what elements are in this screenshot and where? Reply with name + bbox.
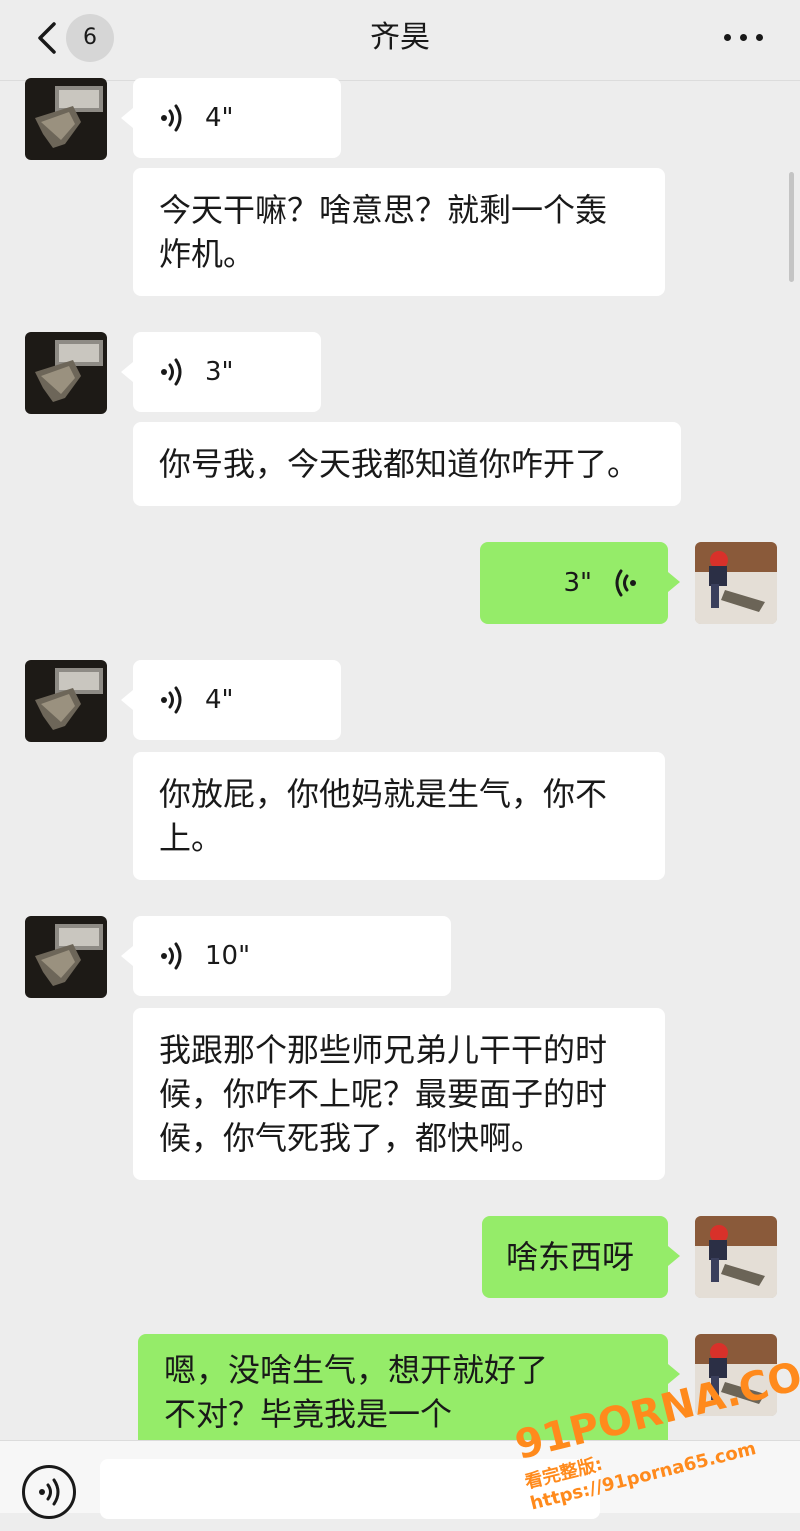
scrollbar[interactable] — [789, 172, 794, 282]
unread-count-badge: 6 — [66, 14, 114, 62]
voice-message[interactable]: 4" — [121, 660, 341, 740]
message-text-line: 今天干嘛？啥意思？就剩一个轰 — [159, 191, 608, 229]
message-text-line: 候，你咋不上呢？最要面子的时 — [159, 1075, 608, 1113]
message-text-line: 你放屁，你他妈就是生气，你不 — [159, 775, 608, 813]
message-text-line: 啥东西呀 — [506, 1238, 635, 1276]
voice-input-icon — [39, 1478, 60, 1506]
voice-wave-icon — [161, 358, 182, 386]
voice-duration: 4" — [205, 103, 234, 133]
message-text-line: 上。 — [159, 819, 224, 857]
voice-wave-icon — [161, 686, 182, 714]
chevron-left-icon — [38, 22, 56, 54]
voice-input-button[interactable] — [22, 1465, 76, 1519]
my-avatar[interactable] — [695, 542, 777, 624]
voice-wave-icon — [161, 104, 182, 132]
more-dot — [740, 34, 747, 41]
friend-avatar[interactable] — [25, 332, 107, 414]
chat-header: 6 齐昊 — [0, 0, 800, 81]
message-text-line: 嗯，没啥生气，想开就好了 — [164, 1351, 549, 1389]
voice-duration: 3" — [205, 357, 234, 387]
text-message-outgoing[interactable]: 啥东西呀 — [482, 1216, 680, 1298]
text-message[interactable]: 你号我，今天我都知道你咋开了。 — [133, 422, 681, 506]
more-dot — [756, 34, 763, 41]
friend-avatar[interactable] — [25, 660, 107, 742]
friend-avatar[interactable] — [25, 916, 107, 998]
text-message[interactable]: 你放屁，你他妈就是生气，你不 上。 — [133, 752, 665, 880]
voice-duration: 3" — [563, 568, 592, 598]
message-text-line: 候，你气死我了，都快啊。 — [159, 1119, 544, 1157]
text-message[interactable]: 今天干嘛？啥意思？就剩一个轰 炸机。 — [133, 168, 665, 296]
back-button[interactable]: 6 — [26, 14, 122, 62]
voice-message-outgoing[interactable]: 3" — [480, 542, 680, 624]
friend-avatar[interactable] — [25, 78, 107, 160]
text-message[interactable]: 我跟那个那些师兄弟儿干干的时 候，你咋不上呢？最要面子的时 候，你气死我了，都快… — [133, 1008, 665, 1180]
message-text-line: 你号我，今天我都知道你咋开了。 — [159, 445, 640, 483]
chat-title: 齐昊 — [370, 20, 430, 55]
voice-message[interactable]: 10" — [121, 916, 451, 996]
more-button[interactable] — [716, 22, 772, 52]
voice-duration: 10" — [205, 941, 251, 971]
message-text-line: 炸机。 — [159, 235, 256, 273]
message-text-line: 我跟那个那些师兄弟儿干干的时 — [159, 1031, 608, 1069]
my-avatar[interactable] — [695, 1216, 777, 1298]
more-dots-icon — [724, 34, 731, 41]
voice-wave-icon — [161, 942, 182, 970]
voice-duration: 4" — [205, 685, 234, 715]
voice-message[interactable]: 3" — [121, 332, 321, 412]
voice-message[interactable]: 4" — [121, 78, 341, 158]
voice-wave-icon — [615, 569, 636, 597]
